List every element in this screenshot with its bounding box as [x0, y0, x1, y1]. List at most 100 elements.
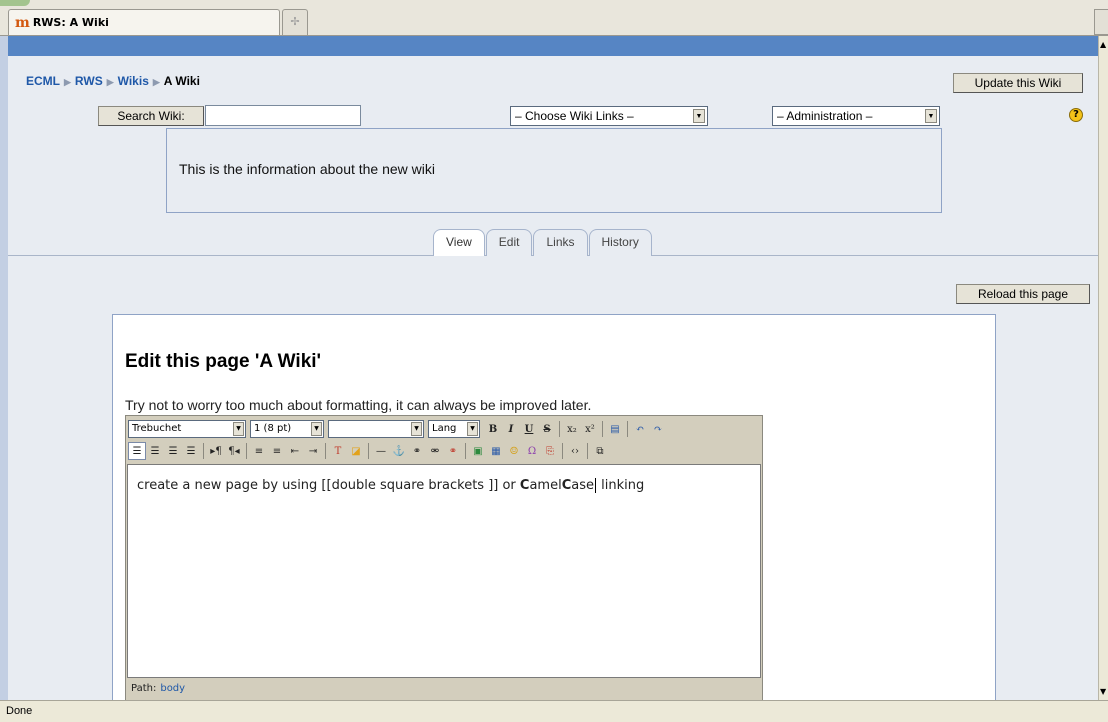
- paste-word-icon[interactable]: ▤: [606, 420, 624, 438]
- administration-select[interactable]: – Administration – ▼: [772, 106, 940, 126]
- chevron-down-icon: ▼: [411, 422, 422, 436]
- new-tab-button[interactable]: ✢: [282, 9, 308, 35]
- rich-text-editor: Trebuchet ▼ 1 (8 pt) ▼ ▼ Lang ▼ B I U S x₂ …: [125, 415, 763, 700]
- language-select[interactable]: Lang ▼: [428, 420, 480, 438]
- horizontal-rule-icon[interactable]: —: [372, 442, 390, 460]
- wiki-links-select-value: – Choose Wiki Links –: [515, 109, 634, 123]
- new-tab-icon: ✢: [290, 15, 300, 28]
- editor-content-area[interactable]: create a new page by using [[double squa…: [127, 464, 761, 678]
- link-icon[interactable]: ⚭: [408, 442, 426, 460]
- html-source-icon[interactable]: ‹›: [566, 442, 584, 460]
- subscript-icon[interactable]: x₂: [563, 420, 581, 438]
- toolbar-divider: [562, 443, 563, 459]
- camelcase-text: ase: [571, 478, 595, 493]
- toolbar-divider: [559, 421, 560, 437]
- language-value: Lang: [432, 423, 457, 434]
- toolbar-divider: [465, 443, 466, 459]
- insert-char-icon[interactable]: Ω: [523, 442, 541, 460]
- edit-card: Edit this page 'A Wiki' Try not to worry…: [112, 314, 996, 700]
- path-body-link[interactable]: body: [160, 683, 185, 694]
- strikethrough-icon[interactable]: S: [538, 420, 556, 438]
- breadcrumb-separator-icon: ▶: [106, 77, 114, 87]
- justify-icon[interactable]: ☰: [182, 442, 200, 460]
- undo-icon[interactable]: ↶: [631, 420, 649, 438]
- chevron-down-icon: ▼: [311, 422, 322, 436]
- toolbar-divider: [325, 443, 326, 459]
- scroll-down-icon[interactable]: ▼: [1100, 687, 1106, 696]
- search-replace-icon[interactable]: ⎘: [541, 442, 559, 460]
- browser-status-bar: Done: [0, 700, 1108, 722]
- editor-toolbar-row-1: Trebuchet ▼ 1 (8 pt) ▼ ▼ Lang ▼ B I U S x₂ …: [128, 418, 760, 440]
- rtl-icon[interactable]: ¶◂: [225, 442, 243, 460]
- tab-list-button[interactable]: [1094, 9, 1108, 35]
- align-center-icon[interactable]: ☰: [146, 442, 164, 460]
- chevron-down-icon: ▼: [693, 109, 705, 123]
- administration-select-value: – Administration –: [777, 109, 873, 123]
- align-right-icon[interactable]: ☰: [164, 442, 182, 460]
- indent-icon[interactable]: ⇥: [304, 442, 322, 460]
- paragraph-style-select[interactable]: ▼: [328, 420, 424, 438]
- scroll-up-icon[interactable]: ▲: [1100, 40, 1106, 49]
- superscript-icon[interactable]: x²: [581, 420, 599, 438]
- fullscreen-icon[interactable]: ⧉: [591, 442, 609, 460]
- align-left-icon[interactable]: ☰: [128, 442, 146, 460]
- edit-hint-text: Try not to worry too much about formatti…: [125, 397, 592, 413]
- table-icon[interactable]: ▦: [487, 442, 505, 460]
- status-text: Done: [6, 705, 33, 717]
- tab-view[interactable]: View: [433, 229, 485, 256]
- tab-strip-glint: [0, 0, 30, 6]
- reload-page-button[interactable]: Reload this page: [956, 284, 1090, 304]
- italic-icon[interactable]: I: [502, 420, 520, 438]
- help-icon[interactable]: ?: [1069, 108, 1083, 122]
- content-text: create a new page by using [[double squa…: [137, 478, 520, 493]
- wiki-header: ECML ▶ RWS ▶ Wikis ▶ A Wiki Update this Wiki S…: [8, 56, 1098, 256]
- breadcrumb-item-wikis[interactable]: Wikis: [118, 74, 149, 88]
- bold-icon[interactable]: B: [484, 420, 502, 438]
- browser-tab-active[interactable]: m RWS: A Wiki: [8, 9, 280, 35]
- vertical-scrollbar[interactable]: ▲ ▼: [1098, 36, 1108, 700]
- camelcase-text: amel: [529, 478, 562, 493]
- search-wiki-input[interactable]: [205, 105, 361, 126]
- editor-toolbar-row-2: ☰ ☰ ☰ ☰ ▸¶ ¶◂ ≡ ≡ ⇤ ⇥ T ◪ — ⚓ ⚭ ⚮ ⚭ ▣ ▦ …: [128, 440, 760, 462]
- tab-links[interactable]: Links: [533, 229, 588, 256]
- text-caret: [595, 478, 597, 493]
- edit-page-title: Edit this page 'A Wiki': [125, 351, 322, 372]
- font-size-select[interactable]: 1 (8 pt) ▼: [250, 420, 324, 438]
- path-label: Path:: [131, 683, 157, 694]
- wiki-summary-text: This is the information about the new wi…: [179, 161, 436, 177]
- unlink-icon[interactable]: ⚮: [426, 442, 444, 460]
- redo-icon[interactable]: ↷: [649, 420, 667, 438]
- editor-path-bar: Path: body: [127, 680, 761, 698]
- font-family-value: Trebuchet: [132, 423, 182, 434]
- bg-color-icon[interactable]: ◪: [347, 442, 365, 460]
- moodle-logo-icon: m: [15, 14, 30, 31]
- breadcrumb-separator-icon: ▶: [152, 77, 160, 87]
- breadcrumb-item-rws[interactable]: RWS: [75, 74, 103, 88]
- ltr-icon[interactable]: ▸¶: [207, 442, 225, 460]
- tab-history[interactable]: History: [588, 229, 652, 256]
- content-text-tail: linking: [597, 478, 645, 493]
- breadcrumb-item-ecml[interactable]: ECML: [26, 74, 60, 88]
- tab-edit[interactable]: Edit: [485, 229, 533, 256]
- font-family-select[interactable]: Trebuchet ▼: [128, 420, 246, 438]
- search-wiki-button[interactable]: Search Wiki:: [98, 106, 204, 126]
- toolbar-divider: [627, 421, 628, 437]
- ordered-list-icon[interactable]: ≡: [250, 442, 268, 460]
- unordered-list-icon[interactable]: ≡: [268, 442, 286, 460]
- image-icon[interactable]: ▣: [469, 442, 487, 460]
- breadcrumb: ECML ▶ RWS ▶ Wikis ▶ A Wiki: [26, 74, 200, 88]
- smiley-icon[interactable]: ☺: [505, 442, 523, 460]
- page-viewport: ECML ▶ RWS ▶ Wikis ▶ A Wiki Update this Wiki S…: [0, 36, 1098, 700]
- chevron-down-icon: ▼: [467, 422, 478, 436]
- camelcase-letter: C: [561, 478, 572, 493]
- wiki-links-select[interactable]: – Choose Wiki Links – ▼: [510, 106, 708, 126]
- text-color-icon[interactable]: T: [329, 442, 347, 460]
- toolbar-divider: [368, 443, 369, 459]
- outdent-icon[interactable]: ⇤: [286, 442, 304, 460]
- wiki-tabs: View Edit Links History: [433, 229, 653, 256]
- update-wiki-button[interactable]: Update this Wiki: [953, 73, 1083, 93]
- toolbar-divider: [587, 443, 588, 459]
- anchor-icon[interactable]: ⚓: [390, 442, 408, 460]
- underline-icon[interactable]: U: [520, 420, 538, 438]
- nolink-icon[interactable]: ⚭: [444, 442, 462, 460]
